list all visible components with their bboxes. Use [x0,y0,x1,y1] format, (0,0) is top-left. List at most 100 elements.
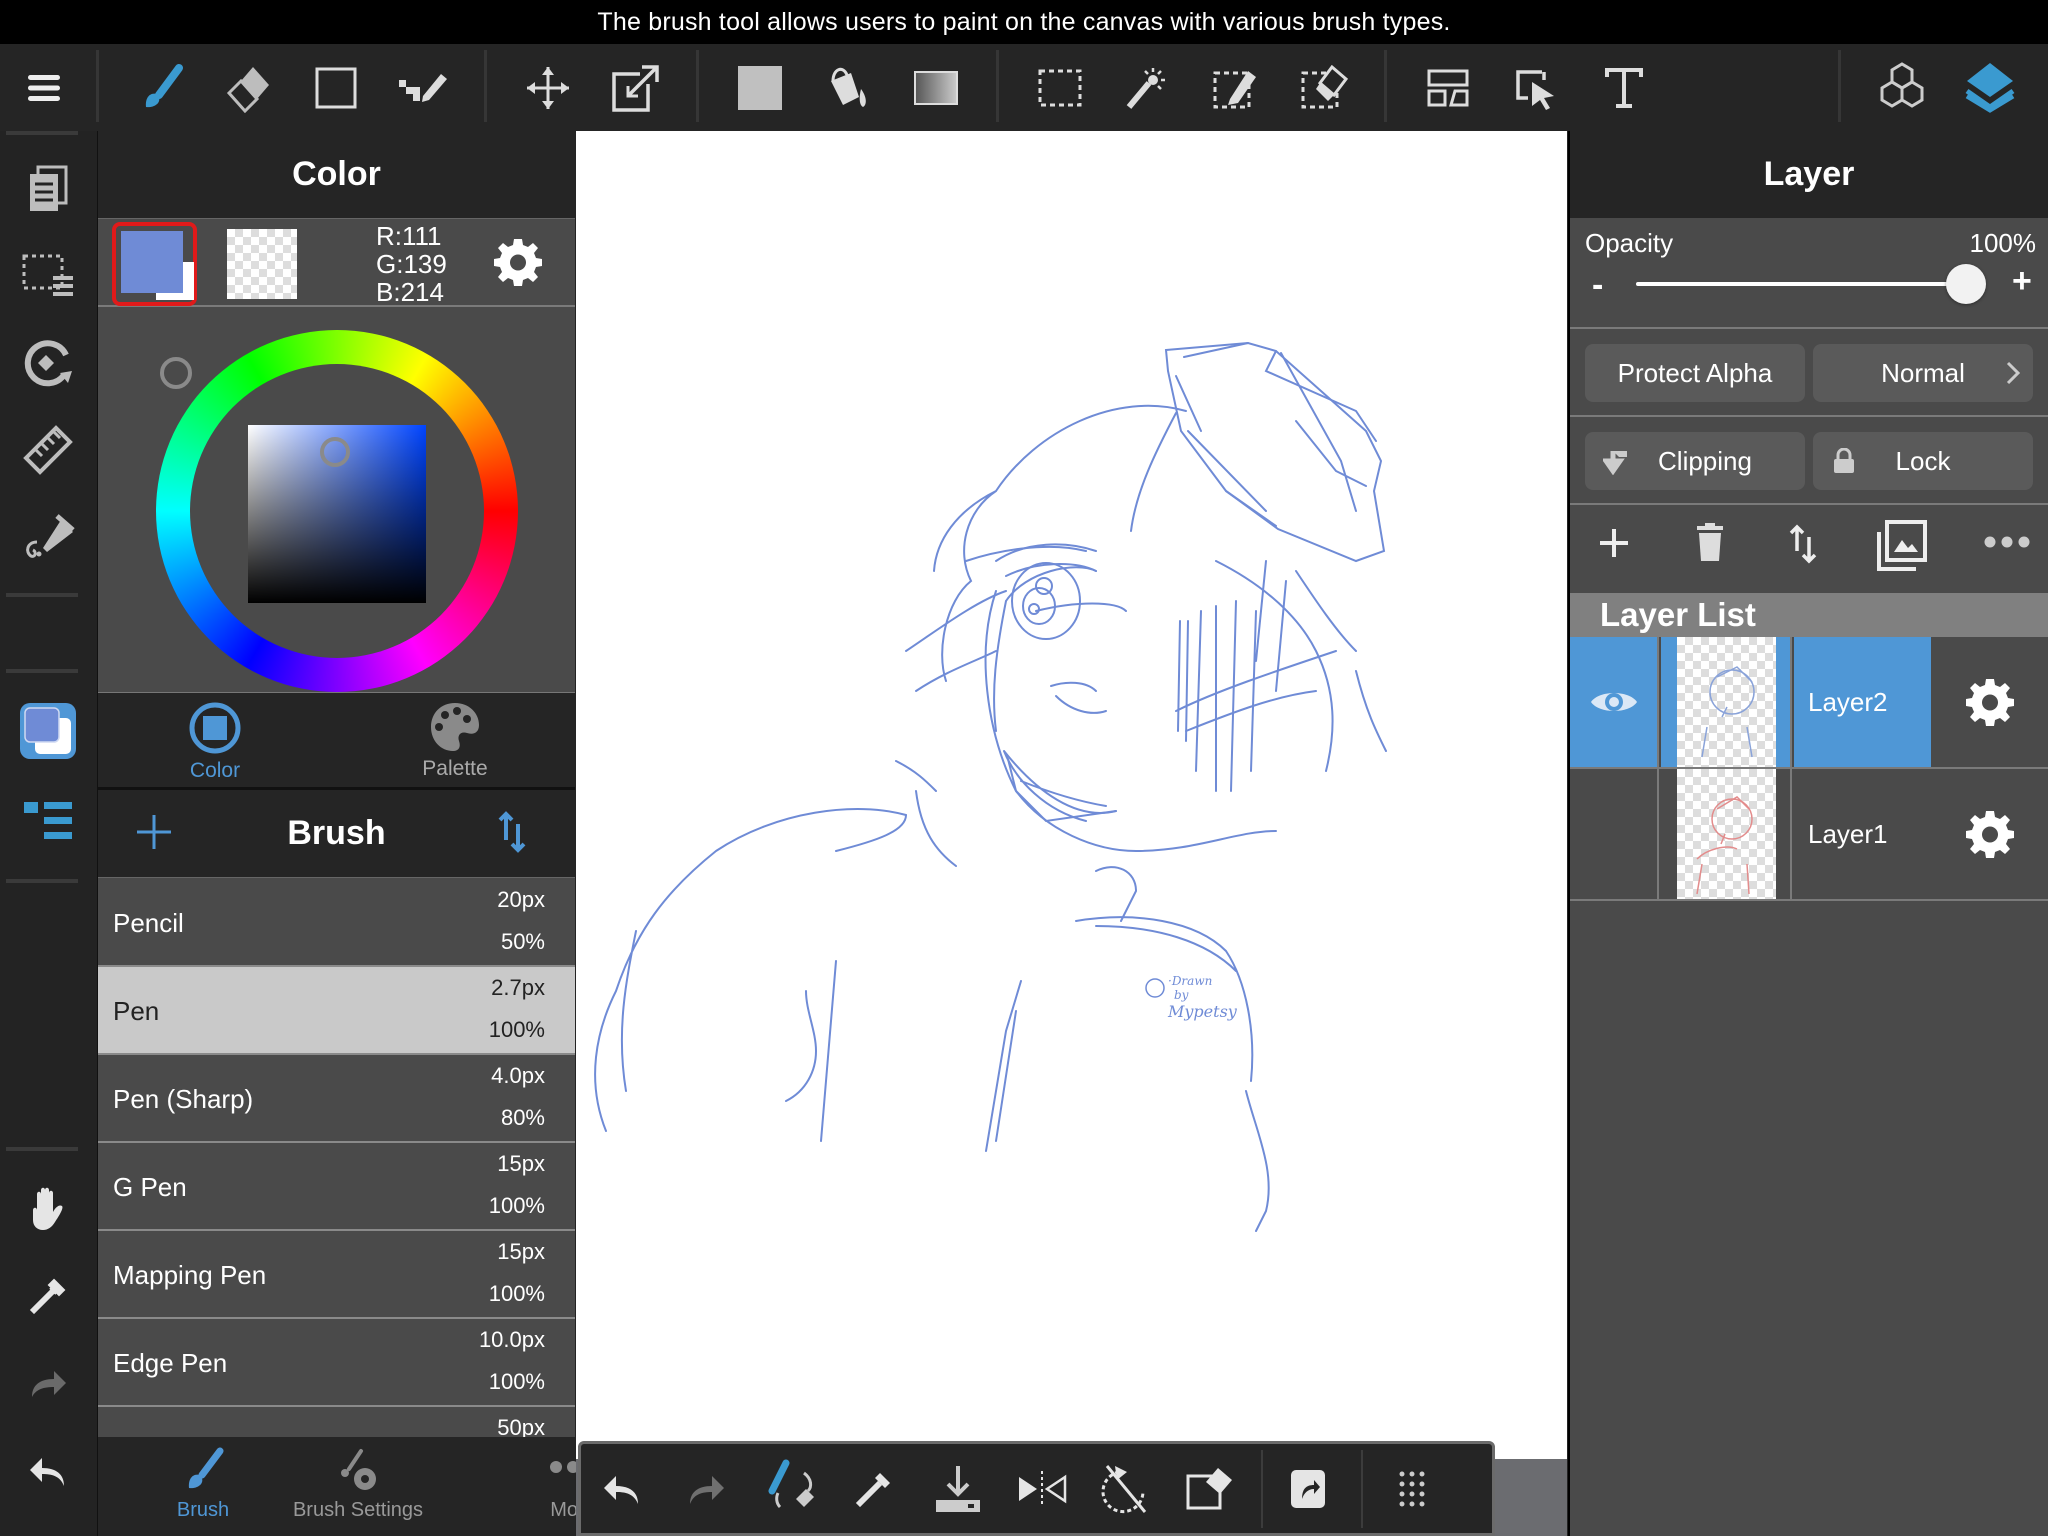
tab-brush-settings[interactable]: Brush Settings [258,1437,458,1536]
tool-brush[interactable] [120,44,200,131]
layer-row[interactable]: Layer1 [1570,769,2048,901]
opacity-slider-handle[interactable] [1946,264,1986,304]
tab-palette[interactable]: Palette [355,693,555,790]
frame-divider-icon [1427,69,1469,106]
sort-brush-button[interactable] [496,810,530,863]
hue-handle[interactable] [160,357,192,389]
tool-bucket[interactable] [808,44,888,131]
tool-dot-pen[interactable] [384,44,464,131]
move-layer-button[interactable] [1788,523,1818,570]
opacity-slider[interactable] [1636,264,1986,304]
blend-mode-button[interactable]: Normal [1813,344,2033,402]
hand-icon [33,1187,63,1230]
protect-alpha-button[interactable]: Protect Alpha [1585,344,1805,402]
quick-share-button[interactable] [1267,1444,1349,1534]
reset-rotation-icon [1101,1465,1147,1514]
layer-settings-button[interactable] [1931,637,2048,767]
brush-list-item[interactable]: Edge Pen 10.0px 100% [98,1319,575,1407]
tab-color[interactable]: Color [115,693,315,790]
quick-reset-rotation-button[interactable] [1085,1444,1167,1534]
brush-list-item[interactable]: 50px [98,1407,575,1437]
drawing-canvas[interactable]: ·Drawn by Mypetsy [576,131,1567,1459]
tool-gradient[interactable] [896,44,976,131]
layer-visibility-toggle[interactable] [1570,637,1659,767]
brush-list-item[interactable]: Pencil 20px 50% [98,879,575,967]
add-brush-button[interactable] [134,812,174,861]
import-image-button[interactable] [1876,520,1928,577]
add-layer-button[interactable] [1598,527,1630,564]
delete-layer-button[interactable] [1696,523,1724,568]
brush-list-item[interactable]: Pen (Sharp) 4.0px 80% [98,1055,575,1143]
sketch-artwork: ·Drawn by Mypetsy [594,341,1387,1232]
image-layer-icon [1877,520,1927,571]
tab-brush-label: Brush [176,1499,230,1521]
signature: ·Drawn by Mypetsy [1145,974,1238,1021]
tool-select-eraser[interactable] [1284,44,1364,131]
materials-button[interactable] [1862,44,1942,131]
layer-row[interactable]: Layer2 [1570,637,2048,769]
brush-size: 20px [497,887,545,912]
sidebar-undo[interactable] [0,1431,96,1511]
menu-button[interactable] [4,44,84,131]
layer-settings-button[interactable] [1931,769,2048,899]
saturation-value-handle[interactable] [320,437,350,467]
sidebar-divider [6,1147,78,1151]
quick-save-button[interactable] [917,1444,999,1534]
sidebar-selection[interactable] [0,235,96,315]
quick-flip-button[interactable] [1001,1444,1083,1534]
brush-eraser-toggle-button[interactable] [749,1444,831,1534]
tool-magic-wand[interactable] [1108,44,1188,131]
brush-list-item[interactable]: Pen 2.7px 100% [98,967,575,1055]
fill-rectangle-icon [738,65,782,110]
color-settings-button[interactable] [493,237,543,292]
brush-panel-title: Brush [287,814,386,852]
tool-text[interactable] [1584,44,1664,131]
sidebar-divider [6,593,78,597]
quick-eyedropper-button[interactable] [833,1444,915,1534]
quick-redo-button[interactable] [665,1444,747,1534]
tool-eraser[interactable] [208,44,288,131]
lock-button[interactable]: Lock [1813,432,2033,490]
sidebar-redo[interactable] [0,1344,96,1424]
sidebar-snap[interactable] [0,497,96,577]
sort-icon [498,811,526,853]
tab-brush-settings-label: Brush Settings [292,1499,424,1521]
tool-fill[interactable] [720,44,800,131]
brush-name: Edge Pen [113,1347,228,1378]
layer-visibility-toggle[interactable] [1570,769,1659,899]
quick-clear-button[interactable] [1169,1444,1251,1534]
tool-select-pen[interactable] [1196,44,1276,131]
tool-select[interactable] [1020,44,1100,131]
undo-icon [604,1476,638,1504]
brush-list-item[interactable]: Mapping Pen 15px 100% [98,1231,575,1319]
brush-panel-header: Brush [98,790,575,878]
tab-brush[interactable]: Brush [128,1437,278,1536]
layer-more-button[interactable] [1984,535,2030,554]
brush-list-item[interactable]: G Pen 15px 100% [98,1143,575,1231]
tool-operation[interactable] [1496,44,1576,131]
tool-move[interactable] [508,44,588,131]
tool-shape[interactable] [296,44,376,131]
sidebar-color-window[interactable] [0,691,96,771]
primary-color-swatch[interactable] [112,222,197,306]
layers-icon [1965,62,2015,113]
sidebar-divider [6,131,78,135]
tool-frame-divider[interactable] [1408,44,1488,131]
transparent-color-swatch[interactable] [227,229,297,299]
sidebar-ruler[interactable] [0,410,96,490]
tool-transform[interactable] [596,44,676,131]
sidebar-rotate[interactable] [0,323,96,403]
sidebar-brush-list[interactable] [0,781,96,861]
sidebar-copy-layer[interactable] [0,149,96,229]
layer-thumbnail [1661,637,1792,767]
sidebar-eyedropper[interactable] [0,1256,96,1336]
quick-undo-button[interactable] [581,1444,663,1534]
sidebar-divider [6,879,78,883]
quick-more-button[interactable] [1371,1444,1453,1534]
layers-button[interactable] [1950,44,2030,131]
color-tab-icon [189,702,241,754]
opacity-decrease-button[interactable]: - [1592,266,1603,305]
opacity-increase-button[interactable]: + [2012,262,2032,301]
clipping-button[interactable]: Clipping [1585,432,1805,490]
sidebar-hand[interactable] [0,1169,96,1249]
